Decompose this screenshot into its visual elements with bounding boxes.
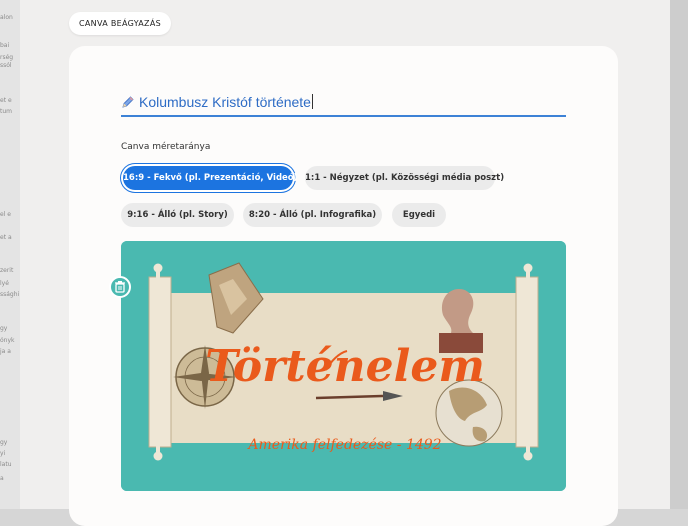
background-text: rség <box>0 54 14 61</box>
background-text: ssól <box>0 62 12 69</box>
background-text: tum <box>0 108 12 115</box>
history-scroll-illustration: Történelem Amerika felfedezése - 1492 <box>121 241 566 491</box>
background-text: ssághi <box>0 291 20 298</box>
background-text: gy <box>0 439 8 446</box>
background-text: latu <box>0 461 12 468</box>
background-text: zerit <box>0 267 14 274</box>
text-cursor <box>311 94 313 109</box>
background-text: yi <box>0 450 6 457</box>
ratio-option-custom[interactable]: Egyedi <box>392 203 446 227</box>
canva-design-preview[interactable]: Történelem Amerika felfedezése - 1492 <box>121 241 566 491</box>
page-scrollbar[interactable] <box>670 0 688 509</box>
trash-icon <box>115 281 125 293</box>
ratio-option-16-9[interactable]: 16:9 - Fekvő (pl. Prezentáció, Videó) <box>123 166 298 190</box>
title-input[interactable]: Kolumbusz Kristóf története <box>121 93 566 117</box>
title-text: Kolumbusz Kristóf története <box>139 94 311 110</box>
background-text: el e <box>0 211 11 218</box>
background-text: et e <box>0 97 12 104</box>
pencil-icon <box>122 96 134 108</box>
background-text: lyé <box>0 280 9 287</box>
block-type-tag: CANVA BEÁGYAZÁS <box>69 12 171 35</box>
delete-button[interactable] <box>109 276 131 298</box>
embed-card: Kolumbusz Kristóf története Canva méreta… <box>69 46 618 526</box>
ratio-option-9-16[interactable]: 9:16 - Álló (pl. Story) <box>121 203 234 227</box>
background-text: ja a <box>0 348 11 355</box>
design-subtitle: Amerika felfedezése - 1492 <box>246 437 441 453</box>
ratio-option-8-20[interactable]: 8:20 - Álló (pl. Infografika) <box>243 203 382 227</box>
background-text: gy <box>0 325 8 332</box>
background-text: a <box>0 475 4 482</box>
background-text: alon <box>0 14 13 21</box>
design-headline: Történelem <box>205 341 485 392</box>
ratio-option-1-1[interactable]: 1:1 - Négyzet (pl. Közösségi média poszt… <box>305 166 504 190</box>
canva-embed-modal: CANVA BEÁGYAZÁS Kolumbusz Kristóf történ… <box>20 0 670 526</box>
background-text: bai <box>0 42 10 49</box>
background-text: ónyk <box>0 337 15 344</box>
background-text: et a <box>0 234 12 241</box>
background-page-strip: alon bai rség ssól et e tum el e et a ze… <box>0 0 20 509</box>
ratio-label: Canva méretaránya <box>121 142 211 152</box>
